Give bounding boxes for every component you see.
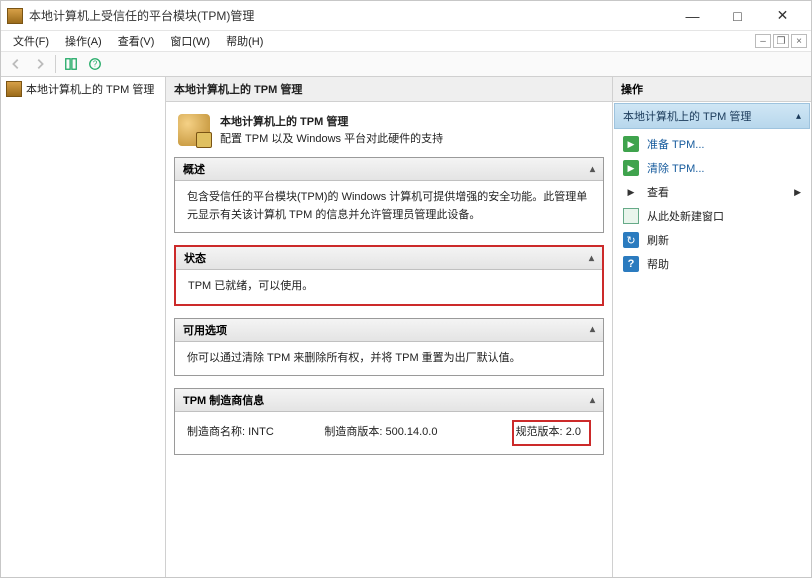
close-button[interactable]: ✕ — [760, 2, 805, 30]
overview-title: 概述 — [183, 161, 205, 177]
panel-options: 可用选项 ▴ 你可以通过清除 TPM 来删除所有权，并将 TPM 重置为出厂默认… — [174, 318, 604, 377]
action-view[interactable]: 查看 ▶ — [613, 180, 811, 204]
actions-subheader-label: 本地计算机上的 TPM 管理 — [623, 108, 751, 124]
menubar: 文件(F) 操作(A) 查看(V) 窗口(W) 帮助(H) – ❐ × — [1, 31, 811, 51]
window-title: 本地计算机上受信任的平台模块(TPM)管理 — [29, 7, 670, 24]
status-title: 状态 — [184, 250, 206, 266]
details-pane: 本地计算机上的 TPM 管理 本地计算机上的 TPM 管理 配置 TPM 以及 … — [166, 77, 613, 577]
panel-options-header[interactable]: 可用选项 ▴ — [175, 319, 603, 342]
manufacturer-title: TPM 制造商信息 — [183, 392, 264, 408]
action-prepare-tpm[interactable]: 准备 TPM... — [613, 132, 811, 156]
actions-pane: 操作 本地计算机上的 TPM 管理 ▴ 准备 TPM... 清除 TPM... … — [613, 77, 811, 577]
action-new-window[interactable]: 从此处新建窗口 — [613, 204, 811, 228]
toolbar: ? — [1, 51, 811, 77]
manufacturer-version-label: 制造商版本: — [324, 426, 382, 438]
play-icon — [623, 136, 639, 152]
action-new-window-label: 从此处新建窗口 — [647, 208, 724, 224]
new-window-icon — [623, 208, 639, 224]
action-prepare-label: 准备 TPM... — [647, 136, 704, 152]
panel-overview-header[interactable]: 概述 ▴ — [175, 158, 603, 181]
tree-pane: 本地计算机上的 TPM 管理 — [1, 77, 166, 577]
action-clear-tpm[interactable]: 清除 TPM... — [613, 156, 811, 180]
collapse-icon: ▴ — [590, 324, 595, 335]
titlebar: 本地计算机上受信任的平台模块(TPM)管理 — □ ✕ — [1, 1, 811, 31]
spec-version-value: 2.0 — [566, 426, 581, 438]
svg-text:?: ? — [93, 60, 98, 69]
panel-manufacturer-header[interactable]: TPM 制造商信息 ▴ — [175, 389, 603, 412]
intro-subtitle: 配置 TPM 以及 Windows 平台对此硬件的支持 — [220, 131, 443, 148]
panel-manufacturer: TPM 制造商信息 ▴ 制造商名称: INTC 制造商版本: 500.14.0.… — [174, 388, 604, 455]
tpm-large-icon — [178, 114, 210, 146]
action-view-label: 查看 — [647, 184, 669, 200]
maximize-button[interactable]: □ — [715, 2, 760, 30]
show-hide-tree-button[interactable] — [60, 54, 82, 74]
manufacturer-version-value: 500.14.0.0 — [385, 426, 437, 438]
spec-version-label: 规范版本: — [516, 426, 563, 438]
action-clear-label: 清除 TPM... — [647, 160, 704, 176]
help-toolbar-button[interactable]: ? — [84, 54, 106, 74]
overview-body: 包含受信任的平台模块(TPM)的 Windows 计算机可提供增强的安全功能。此… — [175, 181, 603, 232]
options-title: 可用选项 — [183, 322, 227, 338]
menu-file[interactable]: 文件(F) — [5, 31, 57, 51]
refresh-icon — [623, 232, 639, 248]
mdi-minimize-button[interactable]: – — [755, 34, 771, 48]
play-icon — [623, 160, 639, 176]
collapse-icon: ▴ — [590, 395, 595, 406]
panel-status-header[interactable]: 状态 ▴ — [176, 247, 602, 270]
intro-title: 本地计算机上的 TPM 管理 — [220, 114, 443, 131]
manufacturer-name-value: INTC — [248, 426, 274, 438]
details-header: 本地计算机上的 TPM 管理 — [166, 77, 612, 102]
tree-root-tpm[interactable]: 本地计算机上的 TPM 管理 — [2, 78, 164, 100]
help-icon — [623, 256, 639, 272]
menu-view[interactable]: 查看(V) — [110, 31, 163, 51]
back-button — [5, 54, 27, 74]
action-refresh-label: 刷新 — [647, 232, 669, 248]
app-icon — [7, 8, 23, 24]
panel-status: 状态 ▴ TPM 已就绪，可以使用。 — [174, 245, 604, 306]
menu-help[interactable]: 帮助(H) — [218, 31, 271, 51]
actions-header: 操作 — [613, 77, 811, 102]
tree-root-label: 本地计算机上的 TPM 管理 — [26, 81, 154, 97]
tpm-icon — [6, 81, 22, 97]
options-body: 你可以通过清除 TPM 来删除所有权，并将 TPM 重置为出厂默认值。 — [175, 342, 603, 376]
menu-window[interactable]: 窗口(W) — [162, 31, 218, 51]
mdi-close-button[interactable]: × — [791, 34, 807, 48]
menu-action[interactable]: 操作(A) — [57, 31, 110, 51]
actions-subheader[interactable]: 本地计算机上的 TPM 管理 ▴ — [614, 103, 810, 129]
minimize-button[interactable]: — — [670, 2, 715, 30]
action-help[interactable]: 帮助 — [613, 252, 811, 276]
panel-overview: 概述 ▴ 包含受信任的平台模块(TPM)的 Windows 计算机可提供增强的安… — [174, 157, 604, 233]
collapse-icon: ▴ — [590, 164, 595, 175]
action-help-label: 帮助 — [647, 256, 669, 272]
mdi-restore-button[interactable]: ❐ — [773, 34, 789, 48]
collapse-icon: ▴ — [589, 253, 594, 264]
manufacturer-name-label: 制造商名称: — [187, 426, 245, 438]
forward-button — [29, 54, 51, 74]
status-body: TPM 已就绪，可以使用。 — [176, 270, 602, 304]
collapse-icon: ▴ — [796, 111, 801, 122]
action-refresh[interactable]: 刷新 — [613, 228, 811, 252]
submenu-icon: ▶ — [794, 187, 801, 198]
view-icon — [623, 184, 639, 200]
